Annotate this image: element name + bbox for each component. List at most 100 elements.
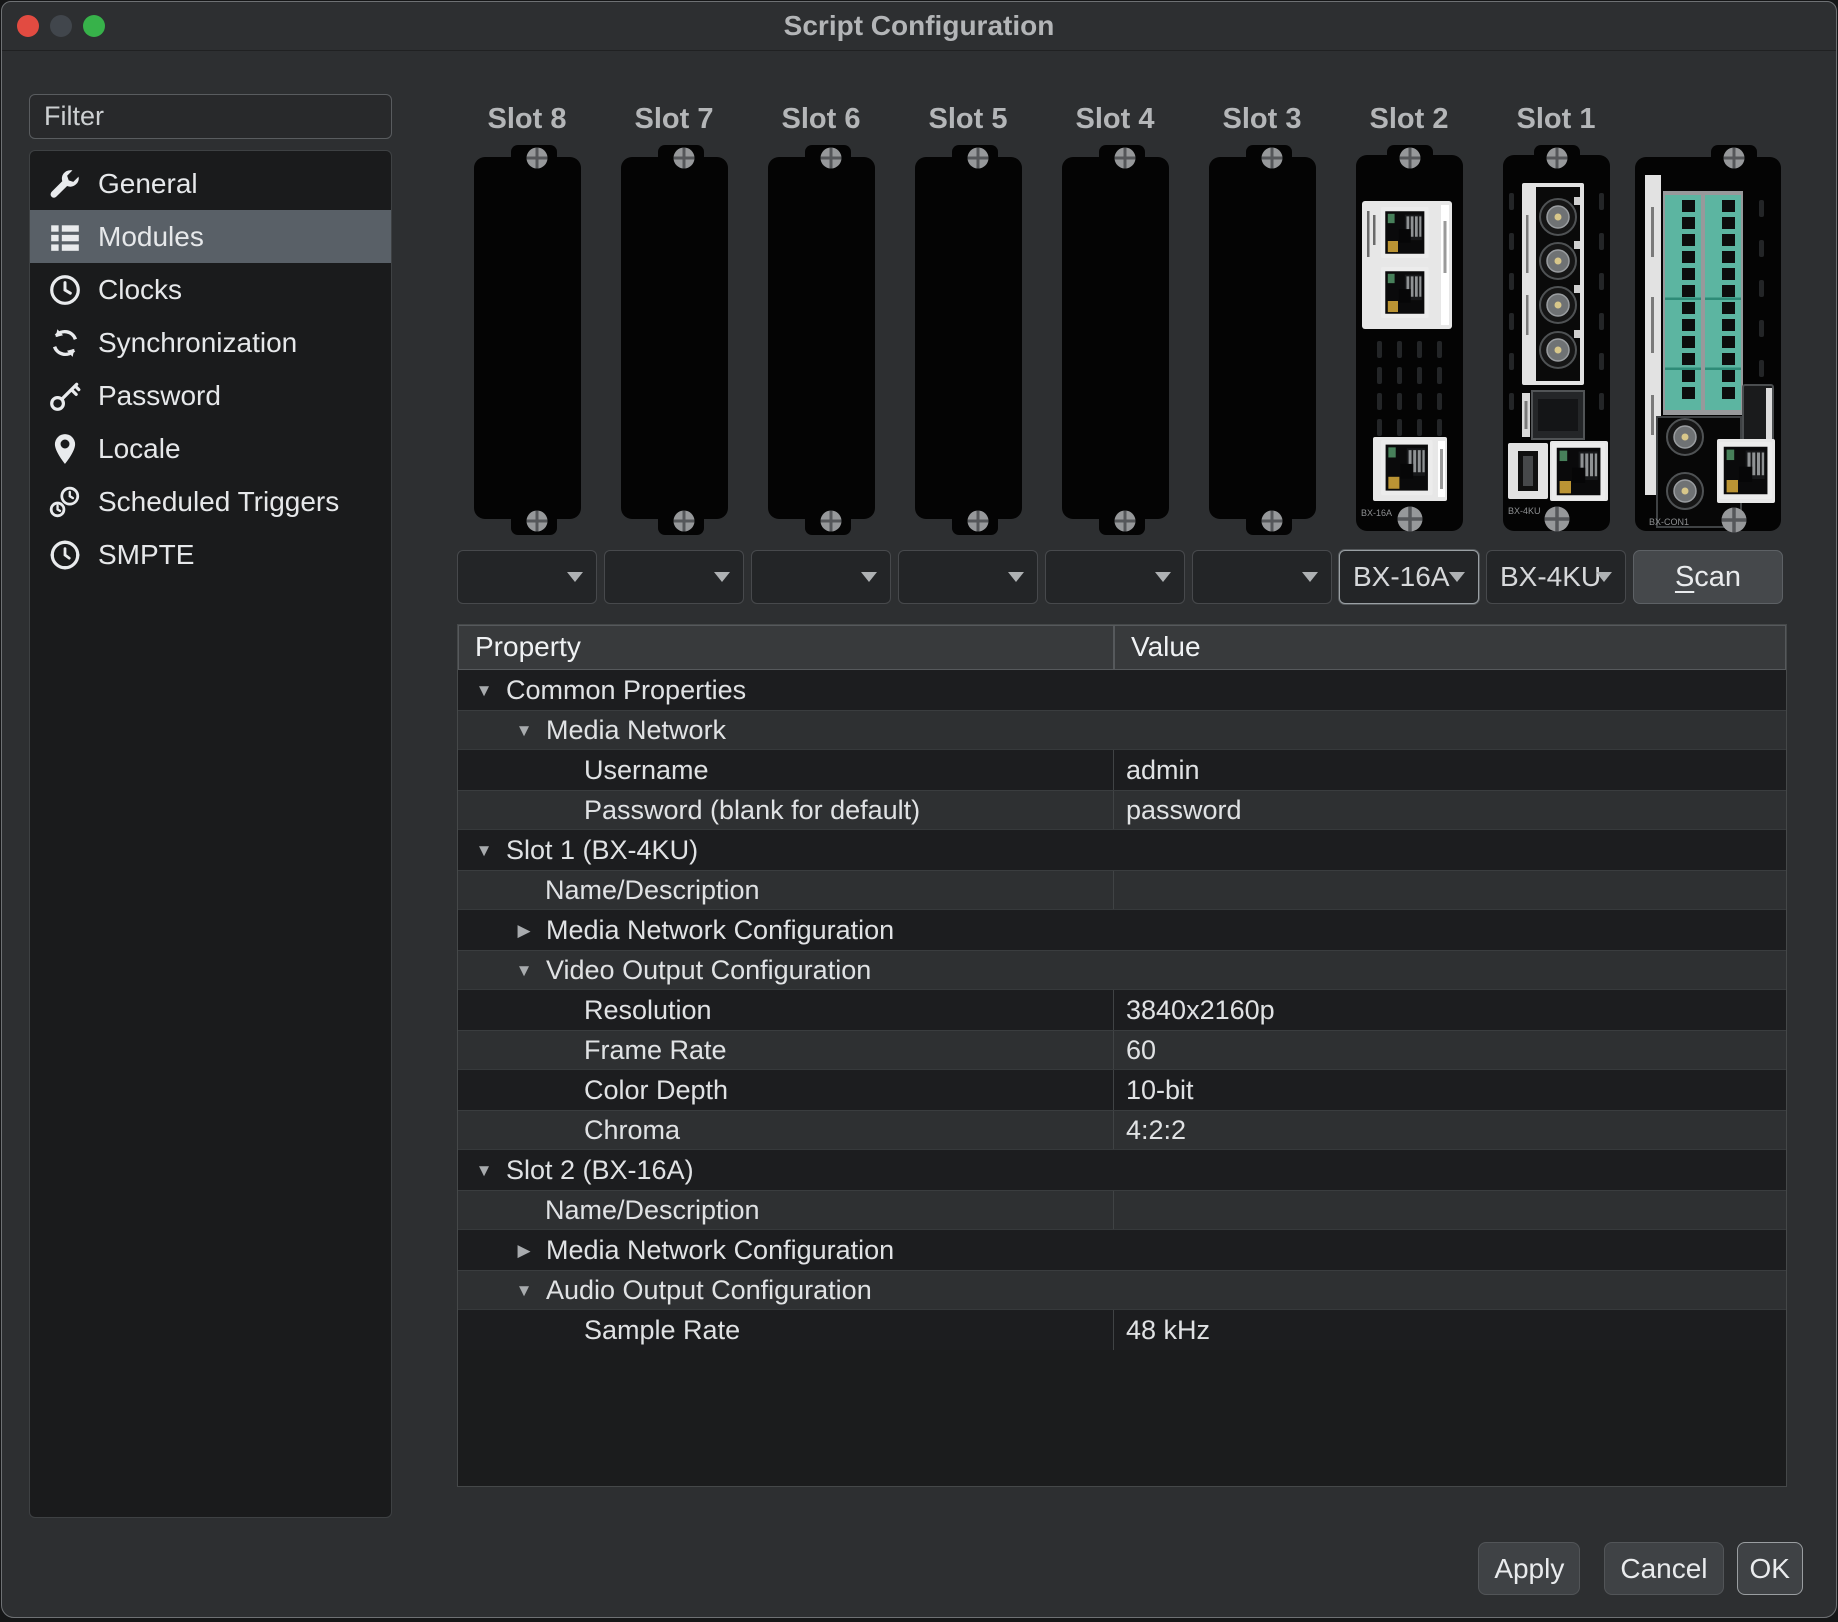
sidebar-item-label: Synchronization bbox=[98, 327, 297, 359]
modules-grid-icon bbox=[48, 220, 82, 254]
clock-icon bbox=[48, 273, 82, 307]
sidebar-item-label: Modules bbox=[98, 221, 204, 253]
slot5-module-select[interactable] bbox=[898, 550, 1038, 604]
slot2-module-select[interactable]: BX-16A bbox=[1339, 550, 1479, 604]
blank-plate-card bbox=[471, 145, 584, 537]
table-row[interactable]: Frame Rate 60 bbox=[458, 1030, 1786, 1070]
value-cell[interactable]: 3840x2160p bbox=[1114, 990, 1786, 1030]
chevron-down-icon bbox=[1008, 572, 1024, 582]
sidebar-item-password[interactable]: Password bbox=[30, 369, 391, 422]
key-icon bbox=[48, 379, 82, 413]
chevron-down-icon bbox=[567, 572, 583, 582]
expander-icon[interactable] bbox=[472, 1150, 496, 1191]
chevron-down-icon bbox=[1155, 572, 1171, 582]
value-cell[interactable]: 60 bbox=[1114, 1031, 1786, 1069]
sidebar-item-label: General bbox=[98, 168, 198, 200]
sidebar-item-clocks[interactable]: Clocks bbox=[30, 263, 391, 316]
table-row-group[interactable]: Media Network Configuration bbox=[458, 910, 1786, 950]
slot-column-7: Slot 7 bbox=[604, 100, 744, 537]
value-cell[interactable]: 48 kHz bbox=[1114, 1310, 1786, 1350]
slot-column-1: Slot 1 bbox=[1486, 100, 1626, 537]
map-pin-icon bbox=[48, 432, 82, 466]
expander-icon[interactable] bbox=[512, 950, 536, 991]
sidebar-item-scheduled-triggers[interactable]: Scheduled Triggers bbox=[30, 475, 391, 528]
slot-column-5: Slot 5 bbox=[898, 100, 1038, 537]
blank-plate-card bbox=[1206, 145, 1319, 537]
sidebar-item-label: Scheduled Triggers bbox=[98, 486, 339, 518]
slot-header: Slot 8 bbox=[488, 100, 567, 138]
table-row-group[interactable]: Media Network bbox=[458, 710, 1786, 750]
sidebar-item-locale[interactable]: Locale bbox=[30, 422, 391, 475]
settings-nav-list: General Modules Clocks Synchronization P… bbox=[29, 150, 392, 1518]
slot-header: Slot 6 bbox=[782, 100, 861, 138]
table-row[interactable]: Name/Description bbox=[458, 1190, 1786, 1230]
script-configuration-dialog: Script Configuration General Modules Clo… bbox=[1, 1, 1837, 1618]
chevron-down-icon bbox=[714, 572, 730, 582]
table-row-group[interactable]: Audio Output Configuration bbox=[458, 1270, 1786, 1310]
blank-plate-card bbox=[765, 145, 878, 537]
slot-header: Slot 3 bbox=[1223, 100, 1302, 138]
dual-clocks-icon bbox=[48, 485, 82, 519]
table-row-group[interactable]: Video Output Configuration bbox=[458, 950, 1786, 990]
expander-icon[interactable] bbox=[512, 1270, 536, 1311]
slots-area: Slot 8 Slot 7 Slot 6 bbox=[457, 100, 1783, 537]
slot8-module-select[interactable] bbox=[457, 550, 597, 604]
sidebar-item-general[interactable]: General bbox=[30, 157, 391, 210]
chevron-down-icon bbox=[861, 572, 877, 582]
table-header: Property Value bbox=[458, 625, 1786, 670]
table-row[interactable]: Resolution 3840x2160p bbox=[458, 990, 1786, 1030]
cancel-button[interactable]: Cancel bbox=[1604, 1542, 1723, 1595]
value-cell[interactable]: admin bbox=[1114, 750, 1786, 790]
table-row[interactable]: Color Depth 10-bit bbox=[458, 1070, 1786, 1110]
slot6-module-select[interactable] bbox=[751, 550, 891, 604]
slot3-module-select[interactable] bbox=[1192, 550, 1332, 604]
table-row-group[interactable]: Slot 2 (BX-16A) bbox=[458, 1150, 1786, 1190]
table-row[interactable]: Chroma 4:2:2 bbox=[458, 1110, 1786, 1150]
value-column-header[interactable]: Value bbox=[1114, 625, 1786, 670]
slot-header: Slot 5 bbox=[929, 100, 1008, 138]
sidebar-item-label: SMPTE bbox=[98, 539, 194, 571]
sidebar-item-label: Locale bbox=[98, 433, 181, 465]
clock-ticks-icon bbox=[48, 538, 82, 572]
property-column-header[interactable]: Property bbox=[458, 625, 1114, 670]
dialog-buttons: Apply Cancel OK bbox=[1478, 1542, 1803, 1595]
expander-icon[interactable] bbox=[512, 910, 536, 951]
expander-icon[interactable] bbox=[512, 1230, 536, 1271]
value-cell[interactable]: 4:2:2 bbox=[1114, 1111, 1786, 1149]
filter-input[interactable] bbox=[29, 94, 392, 139]
expander-icon[interactable] bbox=[472, 830, 496, 871]
window-title: Script Configuration bbox=[2, 2, 1836, 50]
value-cell[interactable] bbox=[1114, 1191, 1786, 1229]
table-row[interactable]: Password (blank for default) password bbox=[458, 790, 1786, 830]
table-row[interactable]: Username admin bbox=[458, 750, 1786, 790]
slot-column-6: Slot 6 bbox=[751, 100, 891, 537]
slot-header: Slot 2 bbox=[1370, 100, 1449, 138]
value-cell[interactable]: 10-bit bbox=[1114, 1070, 1786, 1110]
blank-plate-card bbox=[912, 145, 1025, 537]
sync-arrows-icon bbox=[48, 326, 82, 360]
slot4-module-select[interactable] bbox=[1045, 550, 1185, 604]
slot1-module-select[interactable]: BX-4KU bbox=[1486, 550, 1626, 604]
ok-button[interactable]: OK bbox=[1737, 1542, 1803, 1595]
sidebar-item-modules[interactable]: Modules bbox=[30, 210, 391, 263]
table-row-group[interactable]: Common Properties bbox=[458, 670, 1786, 710]
value-cell[interactable]: password bbox=[1114, 791, 1786, 829]
card-model-label: BX-16A bbox=[1361, 508, 1392, 518]
table-row-group[interactable]: Slot 1 (BX-4KU) bbox=[458, 830, 1786, 870]
table-row[interactable]: Sample Rate 48 kHz bbox=[458, 1310, 1786, 1350]
expander-icon[interactable] bbox=[512, 710, 536, 751]
sidebar-item-synchronization[interactable]: Synchronization bbox=[30, 316, 391, 369]
chevron-down-icon bbox=[1449, 572, 1465, 582]
table-row-group[interactable]: Media Network Configuration bbox=[458, 1230, 1786, 1270]
title-bar[interactable]: Script Configuration bbox=[2, 2, 1836, 51]
controller-card: BX-CON1 bbox=[1633, 145, 1783, 537]
value-cell[interactable] bbox=[1114, 871, 1786, 909]
table-row[interactable]: Name/Description bbox=[458, 870, 1786, 910]
expander-icon[interactable] bbox=[472, 670, 496, 711]
scan-button[interactable]: Scan bbox=[1633, 550, 1783, 604]
sidebar-item-smpte[interactable]: SMPTE bbox=[30, 528, 391, 581]
chevron-down-icon bbox=[1596, 572, 1612, 582]
apply-button[interactable]: Apply bbox=[1478, 1542, 1580, 1595]
slot7-module-select[interactable] bbox=[604, 550, 744, 604]
slot-header: Slot 4 bbox=[1076, 100, 1155, 138]
